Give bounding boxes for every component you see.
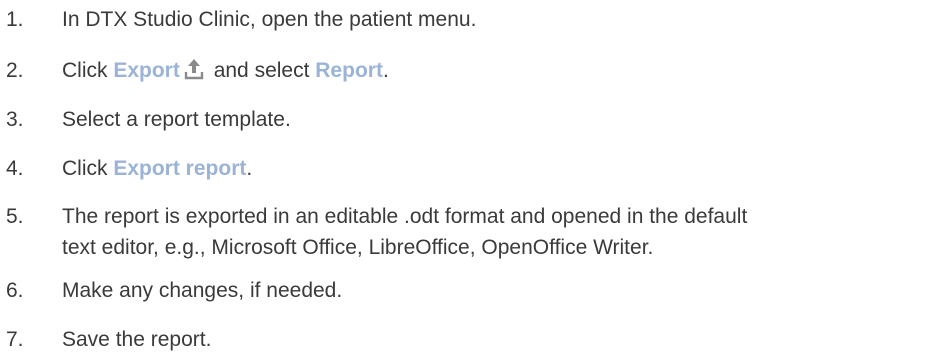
text-segment: .	[382, 59, 389, 82]
step-text: Save the report.	[62, 328, 212, 351]
step-text: Click Export report.	[62, 153, 928, 184]
export-ui-label: Export	[113, 59, 180, 82]
step-text: In DTX Studio Clinic, open the patient m…	[62, 8, 477, 31]
step-number: 3.	[6, 108, 24, 131]
text-segment: Click	[62, 157, 114, 180]
report-ui-label: Report	[315, 59, 383, 82]
text-line: text editor, e.g., Microsoft Office, Lib…	[62, 236, 654, 259]
step-number: 1.	[6, 8, 24, 31]
text-segment: Click	[62, 59, 114, 82]
text-segment: and select	[207, 59, 316, 82]
step-text: Select a report template.	[62, 108, 291, 131]
export-report-ui-label: Export report	[113, 157, 247, 180]
step-number: 6.	[6, 279, 24, 302]
instruction-steps: 1. In DTX Studio Clinic, open the patien…	[0, 0, 933, 352]
export-upload-icon	[184, 58, 204, 89]
text-line: The report is exported in an editable .o…	[62, 205, 748, 228]
step-number: 5.	[6, 205, 24, 228]
step-text: The report is exported in an editable .o…	[62, 201, 928, 263]
step-number: 2.	[6, 59, 24, 82]
text-segment: .	[246, 157, 253, 180]
step-number: 7.	[6, 328, 24, 351]
step-number: 4.	[6, 157, 24, 180]
step-text: Click Export and select Report.	[62, 55, 928, 89]
step-text: Make any changes, if needed.	[62, 279, 343, 302]
